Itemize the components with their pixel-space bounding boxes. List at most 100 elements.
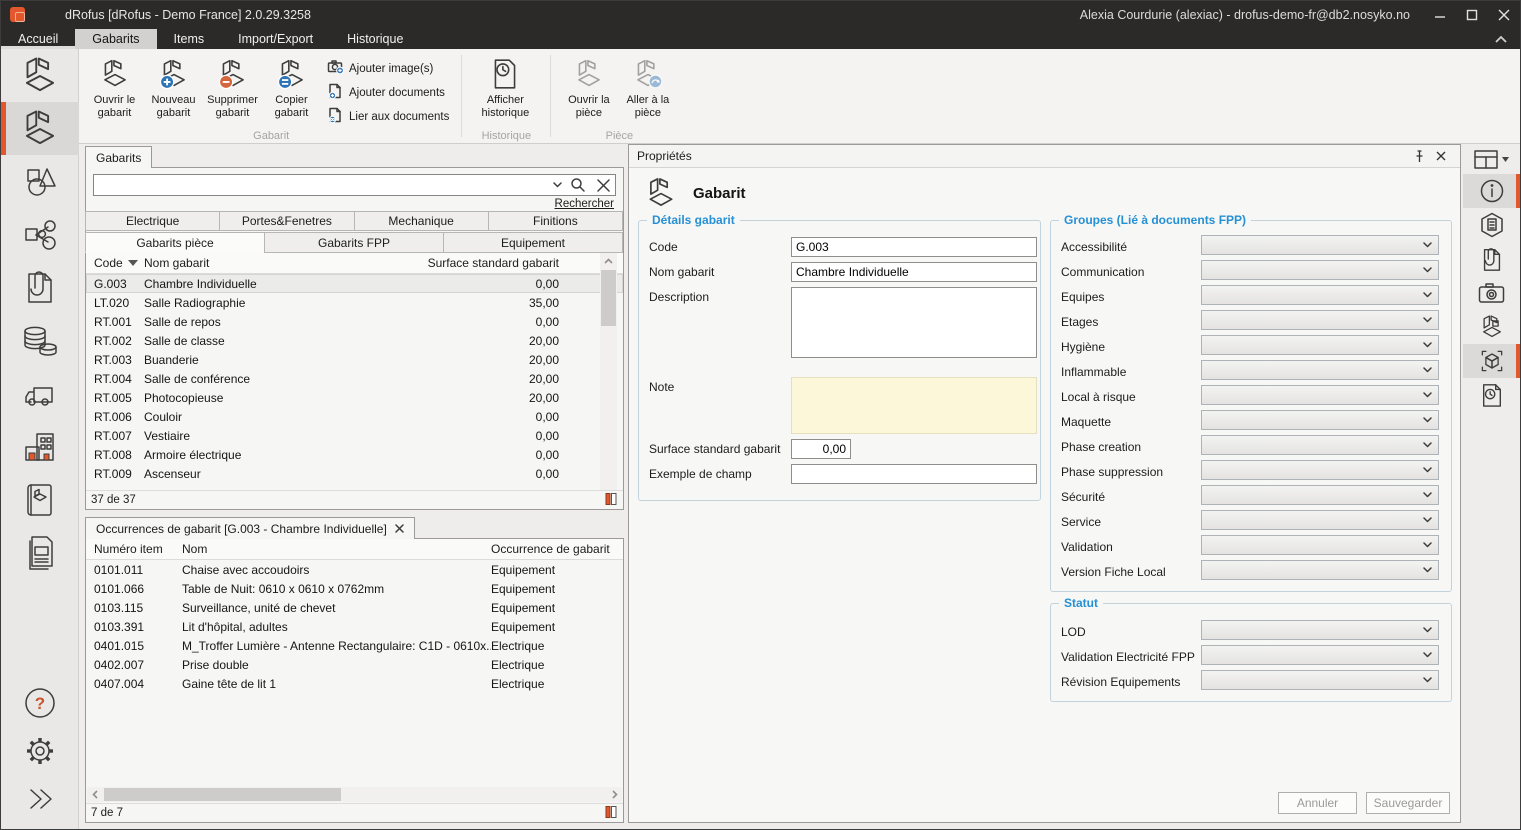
scroll-left-icon[interactable]	[87, 790, 102, 799]
statut-dropdown[interactable]	[1201, 670, 1439, 690]
category-tab[interactable]: Electrique	[85, 211, 220, 231]
expand-sidebar-button[interactable]	[1, 775, 79, 823]
table-row[interactable]: RT.007 Vestiaire 0,00	[86, 426, 623, 445]
cancel-button[interactable]: Annuler	[1278, 792, 1357, 814]
table-row[interactable]: RT.005 Photocopieuse 20,00	[86, 388, 623, 407]
note-field[interactable]	[791, 377, 1037, 434]
vertical-scrollbar[interactable]	[600, 253, 617, 505]
open-gabarit-button[interactable]: Ouvrir le gabarit	[85, 53, 144, 120]
statut-dropdown[interactable]	[1201, 620, 1439, 640]
minimize-button[interactable]	[1424, 1, 1456, 29]
tab-import-export[interactable]: Import/Export	[221, 29, 330, 49]
tab-log[interactable]	[1463, 378, 1520, 412]
layout-selector-button[interactable]	[1463, 144, 1520, 174]
scrollbar-thumb[interactable]	[104, 788, 341, 801]
delete-gabarit-button[interactable]: Supprimer gabarit	[203, 53, 262, 120]
sidebar-item-systems[interactable]	[1, 208, 79, 261]
column-chooser-icon[interactable]	[604, 492, 618, 509]
table-row[interactable]: 0401.015 M_Troffer Lumière - Antenne Rec…	[86, 636, 623, 655]
group-dropdown[interactable]	[1201, 535, 1439, 555]
rechercher-link[interactable]: Rechercher	[555, 198, 614, 210]
category-tab[interactable]: Portes&Fenetres	[219, 211, 354, 231]
table-row[interactable]: 0407.004 Gaine tête de lit 1 Electrique	[86, 674, 623, 693]
column-header-name[interactable]: Nom gabarit	[142, 256, 393, 270]
group-dropdown[interactable]	[1201, 285, 1439, 305]
tab-gabarits[interactable]: Gabarits	[75, 29, 156, 49]
group-dropdown[interactable]	[1201, 335, 1439, 355]
column-header-item[interactable]: Numéro item	[86, 542, 182, 556]
table-row[interactable]: 0103.115 Surveillance, unité de chevet E…	[86, 598, 623, 617]
pin-icon[interactable]	[1408, 147, 1430, 165]
table-row[interactable]: G.003 Chambre Individuelle 0,00	[86, 274, 623, 293]
table-row[interactable]: 0103.391 Lit d'hôpital, adultes Equipeme…	[86, 617, 623, 636]
column-chooser-icon[interactable]	[604, 805, 618, 822]
sidebar-item-documents[interactable]	[1, 261, 79, 314]
group-dropdown[interactable]	[1201, 360, 1439, 380]
new-gabarit-button[interactable]: Nouveau gabarit	[144, 53, 203, 120]
category-tab[interactable]: Finitions	[488, 211, 623, 231]
table-row[interactable]: 0101.066 Table de Nuit: 0610 x 0610 x 07…	[86, 579, 623, 598]
category-tab[interactable]: Mechanique	[354, 211, 489, 231]
category-tab[interactable]: Gabarits FPP	[264, 232, 444, 253]
column-header-surface[interactable]: Surface standard gabarit	[393, 256, 561, 270]
tab-attachments[interactable]	[1463, 242, 1520, 276]
table-row[interactable]: RT.008 Armoire électrique 0,00	[86, 445, 623, 464]
group-dropdown[interactable]	[1201, 510, 1439, 530]
settings-button[interactable]	[1, 727, 79, 775]
category-tab[interactable]: Gabarits pièce	[85, 232, 265, 253]
group-dropdown[interactable]	[1201, 260, 1439, 280]
sidebar-item-rooms[interactable]	[1, 49, 79, 102]
table-row[interactable]: 0402.007 Prise double Electrique	[86, 655, 623, 674]
group-dropdown[interactable]	[1201, 310, 1439, 330]
gabarits-panel-tab[interactable]: Gabarits	[85, 146, 152, 168]
scroll-right-icon[interactable]	[607, 790, 622, 799]
surface-field[interactable]	[791, 439, 851, 459]
table-row[interactable]: RT.002 Salle de classe 20,00	[86, 331, 623, 350]
tab-historique[interactable]: Historique	[330, 29, 420, 49]
group-dropdown[interactable]	[1201, 235, 1439, 255]
column-header-code[interactable]: Code	[86, 256, 142, 270]
clear-search-icon[interactable]	[591, 175, 615, 195]
table-row[interactable]: RT.006 Couloir 0,00	[86, 407, 623, 426]
sidebar-item-reports[interactable]	[1, 526, 79, 579]
tab-gabarit-view[interactable]	[1463, 310, 1520, 344]
close-panel-icon[interactable]	[1430, 147, 1452, 165]
show-history-button[interactable]: Afficher historique	[472, 53, 538, 120]
sidebar-item-logistics[interactable]	[1, 367, 79, 420]
search-history-chevron-icon[interactable]	[549, 175, 565, 195]
add-images-button[interactable]: Ajouter image(s)	[327, 59, 449, 78]
column-header-occurrence[interactable]: Occurrence de gabarit	[491, 542, 623, 556]
sidebar-item-buildings[interactable]	[1, 420, 79, 473]
horizontal-scrollbar[interactable]	[87, 787, 622, 802]
search-input[interactable]	[94, 176, 549, 194]
sidebar-item-items[interactable]	[1, 155, 79, 208]
group-dropdown[interactable]	[1201, 385, 1439, 405]
open-room-button[interactable]: Ouvrir la pièce	[559, 53, 618, 120]
tab-items[interactable]: Items	[157, 29, 222, 49]
table-row[interactable]: RT.001 Salle de repos 0,00	[86, 312, 623, 331]
group-dropdown[interactable]	[1201, 410, 1439, 430]
scrollbar-thumb[interactable]	[601, 270, 616, 326]
statut-dropdown[interactable]	[1201, 645, 1439, 665]
tab-core-data[interactable]	[1463, 208, 1520, 242]
table-row[interactable]: RT.009 Ascenseur 0,00	[86, 464, 623, 483]
tab-accueil[interactable]: Accueil	[1, 29, 75, 49]
maximize-button[interactable]	[1456, 1, 1488, 29]
name-field[interactable]	[791, 262, 1037, 282]
table-row[interactable]: 0101.011 Chaise avec accoudoirs Equipeme…	[86, 560, 623, 579]
add-documents-button[interactable]: Ajouter documents	[327, 83, 449, 102]
sidebar-item-catalog[interactable]	[1, 473, 79, 526]
sidebar-item-gabarits[interactable]	[1, 102, 79, 155]
category-tab[interactable]: Equipement	[443, 232, 623, 253]
help-button[interactable]: ?	[1, 679, 79, 727]
copy-gabarit-button[interactable]: Copier gabarit	[262, 53, 321, 120]
table-row[interactable]: RT.003 Buanderie 20,00	[86, 350, 623, 369]
table-row[interactable]: LT.020 Salle Radiographie 35,00	[86, 293, 623, 312]
save-button[interactable]: Sauvegarder	[1366, 792, 1450, 814]
sidebar-item-finance[interactable]	[1, 314, 79, 367]
description-field[interactable]	[791, 287, 1037, 358]
group-dropdown[interactable]	[1201, 560, 1439, 580]
group-dropdown[interactable]	[1201, 460, 1439, 480]
occurrences-panel-tab[interactable]: Occurrences de gabarit [G.003 - Chambre …	[85, 517, 415, 539]
group-dropdown[interactable]	[1201, 485, 1439, 505]
